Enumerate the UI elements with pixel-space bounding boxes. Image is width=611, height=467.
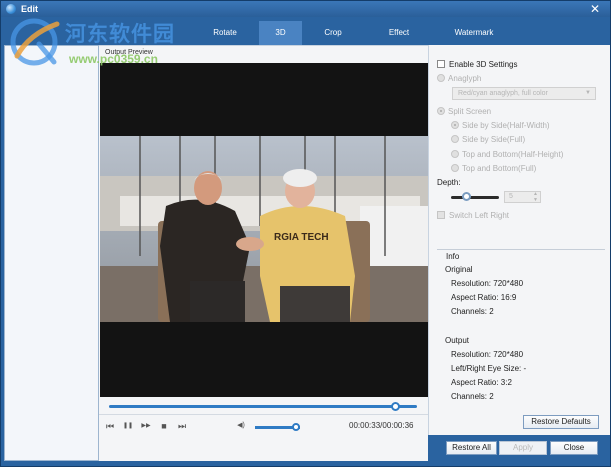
- app-icon: [6, 4, 16, 14]
- anaglyph-label: Anaglyph: [448, 74, 482, 83]
- tab-effect[interactable]: Effect: [371, 21, 427, 45]
- tab-bar: Rotate 3D Crop Effect Watermark: [99, 21, 610, 45]
- original-heading: Original: [445, 265, 473, 274]
- depth-label: Depth:: [437, 178, 461, 187]
- switch-left-right-checkbox[interactable]: [437, 211, 445, 219]
- enable-3d-row[interactable]: Enable 3D Settings: [437, 60, 518, 69]
- file-list-panel[interactable]: [4, 45, 99, 461]
- tab-watermark[interactable]: Watermark: [440, 21, 508, 45]
- split-option-top-full[interactable]: Top and Bottom(Full): [451, 164, 536, 173]
- window-title: Edit: [21, 4, 38, 14]
- anaglyph-radio[interactable]: [437, 74, 445, 82]
- edit-window: Edit ✕ Rotate 3D Crop Effect Watermark O…: [0, 0, 611, 467]
- split-option-label: Top and Bottom(Half-Height): [462, 150, 564, 159]
- split-option-top-half[interactable]: Top and Bottom(Half-Height): [451, 150, 563, 159]
- shirt-text: RGIA TECH: [274, 232, 329, 243]
- fast-forward-icon[interactable]: ▶▶: [140, 420, 152, 432]
- output-aspect-ratio: Aspect Ratio: 3:2: [451, 378, 512, 387]
- close-icon[interactable]: ✕: [590, 2, 600, 16]
- output-eye-size: Left/Right Eye Size: -: [451, 364, 527, 373]
- split-screen-label: Split Screen: [448, 107, 492, 116]
- pause-icon[interactable]: ❚❚: [122, 420, 134, 432]
- split-option-radio[interactable]: [451, 164, 459, 172]
- depth-handle[interactable]: [462, 192, 471, 201]
- spin-arrows-icon[interactable]: ▲ ▼: [533, 191, 538, 203]
- restore-all-button[interactable]: Restore All: [446, 441, 497, 455]
- preview-label: Output Preview: [105, 49, 153, 56]
- tab-rotate[interactable]: Rotate: [195, 21, 255, 45]
- split-option-radio[interactable]: [451, 121, 459, 129]
- anaglyph-row[interactable]: Anaglyph: [437, 74, 481, 83]
- split-option-label: Top and Bottom(Full): [462, 164, 537, 173]
- anaglyph-select-value: Red/cyan anaglyph, full color: [458, 90, 548, 97]
- split-option-label: Side by Side(Half-Width): [462, 121, 550, 130]
- switch-left-right-row[interactable]: Switch Left Right: [437, 211, 509, 220]
- stop-icon[interactable]: ■: [158, 420, 170, 432]
- switch-left-right-label: Switch Left Right: [449, 211, 510, 220]
- next-icon[interactable]: ⏭: [176, 420, 188, 432]
- split-screen-radio[interactable]: [437, 107, 445, 115]
- seek-bar[interactable]: [109, 405, 417, 408]
- split-option-radio[interactable]: [451, 135, 459, 143]
- split-option-radio[interactable]: [451, 150, 459, 158]
- previous-icon[interactable]: ⏮: [104, 420, 116, 432]
- apply-button[interactable]: Apply: [499, 441, 547, 455]
- restore-defaults-button[interactable]: Restore Defaults: [523, 415, 599, 429]
- volume-icon[interactable]: ◀): [235, 420, 247, 432]
- split-screen-row[interactable]: Split Screen: [437, 107, 491, 116]
- depth-slider[interactable]: [451, 196, 499, 199]
- split-option-side-full[interactable]: Side by Side(Full): [451, 135, 525, 144]
- enable-3d-label: Enable 3D Settings: [449, 60, 518, 69]
- output-channels: Channels: 2: [451, 392, 494, 401]
- 3d-settings-panel: Enable 3D Settings Anaglyph Red/cyan ana…: [428, 45, 610, 435]
- playback-controls: ⏮ ❚❚ ▶▶ ■ ⏭ ◀) 00:00:33/00:00:36: [99, 414, 428, 436]
- info-title: Info: [443, 252, 463, 261]
- chevron-down-icon: ▼: [585, 90, 591, 96]
- original-resolution: Resolution: 720*480: [451, 279, 524, 288]
- depth-spinbox[interactable]: 5 ▲ ▼: [504, 191, 541, 203]
- video-frame-image: RGIA TECH: [100, 136, 428, 322]
- video-preview: RGIA TECH: [100, 63, 428, 397]
- split-option-side-half[interactable]: Side by Side(Half-Width): [451, 121, 550, 130]
- tab-3d[interactable]: 3D: [259, 21, 302, 45]
- preview-panel: Output Preview RGIA TECH ⏮ ❚❚ ▶▶ ■ ⏭ ◀) …: [99, 45, 428, 461]
- original-channels: Channels: 2: [451, 307, 494, 316]
- enable-3d-checkbox[interactable]: [437, 60, 445, 68]
- output-resolution: Resolution: 720*480: [451, 350, 524, 359]
- depth-value: 5: [509, 193, 513, 200]
- tab-crop[interactable]: Crop: [307, 21, 359, 45]
- anaglyph-select[interactable]: Red/cyan anaglyph, full color ▼: [452, 87, 596, 100]
- seek-handle[interactable]: [391, 402, 401, 411]
- original-aspect-ratio: Aspect Ratio: 16:9: [451, 293, 517, 302]
- split-option-label: Side by Side(Full): [462, 135, 526, 144]
- time-display: 00:00:33/00:00:36: [349, 421, 414, 430]
- video-frame: RGIA TECH: [100, 136, 428, 322]
- title-bar[interactable]: Edit ✕: [1, 1, 610, 17]
- output-heading: Output: [445, 336, 470, 345]
- volume-handle[interactable]: [291, 423, 300, 431]
- close-button[interactable]: Close: [550, 441, 598, 455]
